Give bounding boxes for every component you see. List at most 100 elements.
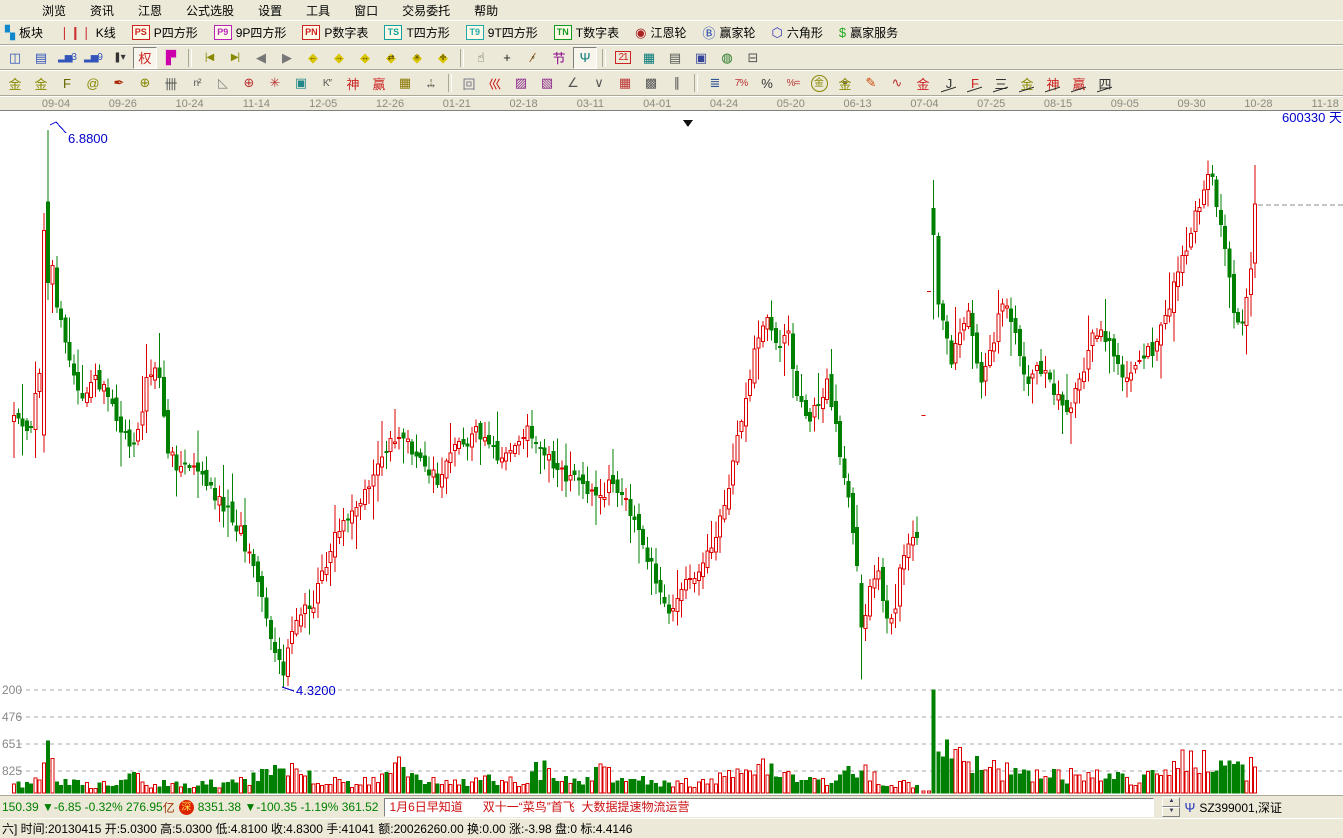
angle-san-icon[interactable]: 三 — [989, 72, 1013, 94]
menu-item-2[interactable]: 资讯 — [78, 0, 126, 20]
toolbar-button-9p-square[interactable]: P99P四方形 — [211, 23, 290, 42]
menu-item-4[interactable]: 公式选股 — [174, 0, 246, 20]
stock-app-window: { "window":{"code_label":"600330 天"}, "m… — [0, 0, 1343, 838]
ticker-spin-control[interactable]: ▲▼ — [1162, 797, 1180, 817]
grid-red-icon[interactable]: ▦ — [613, 72, 637, 94]
news-ticker[interactable]: 1月6日早知道 双十一“菜鸟”首飞 大数据提速物流运营 — [384, 798, 1154, 817]
price-ruler-icon[interactable]: ≣ — [703, 72, 727, 94]
percent-lines-icon[interactable]: %= — [781, 72, 805, 94]
zoom-narrow-icon[interactable]: ◆⇄ — [379, 47, 403, 69]
gold-red-icon[interactable]: 金 — [911, 72, 935, 94]
menu-bar: 浏览资讯江恩公式选股设置工具窗口交易委托帮助 — [0, 0, 1343, 20]
menu-item-5[interactable]: 设置 — [246, 0, 294, 20]
pen-plus-icon[interactable]: ✎ — [859, 72, 883, 94]
spin-up-icon[interactable]: ▲ — [1162, 797, 1180, 807]
pen-icon[interactable]: ✒ — [107, 72, 131, 94]
prev-page-icon[interactable]: ◀ — [249, 47, 273, 69]
menu-item-3[interactable]: 江恩 — [126, 0, 174, 20]
p-square-label: P四方形 — [154, 24, 198, 41]
gold-circle-icon[interactable]: 金 — [807, 72, 831, 94]
toolbar-button-p-square[interactable]: PSP四方形 — [129, 23, 201, 42]
calculator-icon[interactable]: ▦ — [637, 47, 661, 69]
n-square-icon[interactable]: n² — [185, 72, 209, 94]
percent-slash-icon[interactable]: 7% — [729, 72, 753, 94]
angle-f-icon[interactable]: F — [963, 72, 987, 94]
square-web-icon[interactable]: ▣ — [289, 72, 313, 94]
toolbar-button-gann-wheel[interactable]: ◉江恩轮 — [632, 23, 689, 42]
menu-item-7[interactable]: 窗口 — [342, 0, 390, 20]
zoom-wide-icon[interactable]: ◆↔ — [353, 47, 377, 69]
toolbar-button-winner-service[interactable]: $赢家服务 — [836, 23, 901, 42]
print-icon[interactable]: ⊟ — [741, 47, 765, 69]
angle-sail-icon[interactable]: ◺ — [211, 72, 235, 94]
next-page-icon[interactable]: ▶ — [275, 47, 299, 69]
smart-tool-icon[interactable]: Ψ — [573, 47, 597, 69]
k-mark-icon[interactable]: K″ — [315, 72, 339, 94]
star-web-icon[interactable]: ✳ — [263, 72, 287, 94]
zoom-fit-icon[interactable]: ◆✛ — [431, 47, 455, 69]
angle-fan-icon[interactable]: ∠ — [561, 72, 585, 94]
notepad-icon[interactable]: ▤ — [663, 47, 687, 69]
volume-style-icon[interactable]: ▛ — [159, 47, 183, 69]
angle-si-icon[interactable]: 四 — [1093, 72, 1117, 94]
segment-tool-icon[interactable]: 节 — [547, 47, 571, 69]
fibonacci-f-icon[interactable]: F — [55, 72, 79, 94]
gold-lines-icon[interactable]: 金= — [833, 72, 857, 94]
web-update-icon[interactable]: ◍ — [715, 47, 739, 69]
toolbar-button-t-square[interactable]: TST四方形 — [381, 23, 452, 42]
toolbar-button-blocks[interactable]: ▚板块 — [2, 23, 46, 42]
fan-box-1-icon[interactable]: ▨ — [509, 72, 533, 94]
candle-style-icon[interactable]: ❚▾ — [107, 47, 131, 69]
gann-gold-1-icon[interactable]: 金 — [3, 72, 27, 94]
menu-item-9[interactable]: 帮助 — [462, 0, 510, 20]
menu-item-8[interactable]: 交易委托 — [390, 0, 462, 20]
wave-a-icon[interactable]: ∿ — [885, 72, 909, 94]
angle-ying-icon[interactable]: 赢 — [1067, 72, 1091, 94]
hand-tool-icon[interactable]: ☝ — [469, 47, 493, 69]
fan-box-2-icon[interactable]: ▧ — [535, 72, 559, 94]
toolbar-button-winner-wheel[interactable]: Ⓑ赢家轮 — [700, 22, 759, 43]
period-3-icon[interactable]: ▂▅3 — [55, 47, 79, 69]
angle-j-icon[interactable]: J — [937, 72, 961, 94]
ying-tool-icon[interactable]: 赢 — [367, 72, 391, 94]
menu-item-1[interactable]: 浏览 — [30, 0, 78, 20]
circle-cross-icon[interactable]: ⊕ — [237, 72, 261, 94]
trendline-tool-icon[interactable]: ∕∘ — [521, 47, 545, 69]
toolbar-button-t-number-table[interactable]: TNT数字表 — [551, 23, 622, 42]
last-page-icon[interactable]: ▶| — [223, 47, 247, 69]
kline-chart[interactable]: 2004766518256.88004.3200 — [0, 111, 1343, 795]
toolbar-button-p-number-table[interactable]: PNP数字表 — [299, 23, 371, 42]
grid-tool-icon[interactable]: ▦ — [393, 72, 417, 94]
gann-gold-2-icon[interactable]: 金 — [29, 72, 53, 94]
quote-list-icon[interactable]: ▤ — [29, 47, 53, 69]
crosshair-tool-icon[interactable]: + — [495, 47, 519, 69]
zoom-all-icon[interactable]: ◆✳ — [405, 47, 429, 69]
spin-down-icon[interactable]: ▼ — [1162, 807, 1180, 817]
angle-gold-icon[interactable]: 金 — [1015, 72, 1039, 94]
toolbar-button-hexagon[interactable]: ⬡六角形 — [769, 23, 826, 42]
parallel-lines-icon[interactable]: ∥ — [665, 72, 689, 94]
shen-tool-icon[interactable]: 神 — [341, 72, 365, 94]
calendar-icon[interactable]: 21 — [611, 47, 635, 69]
zoom-left-icon[interactable]: ◆← — [301, 47, 325, 69]
zoom-right-icon[interactable]: ◆→ — [327, 47, 351, 69]
kline-canvas[interactable]: 2004766518256.88004.3200 — [0, 111, 1343, 795]
fan-red-icon[interactable]: 巛 — [483, 72, 507, 94]
angle-shen-icon[interactable]: 神 — [1041, 72, 1065, 94]
box-tool-icon[interactable]: 回 — [457, 72, 481, 94]
grid-dark-icon[interactable]: ▩ — [639, 72, 663, 94]
first-page-icon[interactable]: |◀ — [197, 47, 221, 69]
save-icon[interactable]: ▣ — [689, 47, 713, 69]
percent-icon[interactable]: % — [755, 72, 779, 94]
gann-circle-icon[interactable]: ⊕ — [133, 72, 157, 94]
toolbar-button-kline[interactable]: ❘❙❘K线 — [56, 23, 119, 42]
spiral-icon[interactable]: @ — [81, 72, 105, 94]
v-wave-icon[interactable]: ∨ — [587, 72, 611, 94]
chart-window-icon[interactable]: ◫ — [3, 47, 27, 69]
menu-item-6[interactable]: 工具 — [294, 0, 342, 20]
h-range-icon[interactable]: ↔¦ — [419, 72, 443, 94]
toolbar-button-9t-square[interactable]: T99T四方形 — [463, 23, 541, 42]
exright-icon[interactable]: 权 — [133, 47, 157, 69]
period-9-icon[interactable]: ▂▅9 — [81, 47, 105, 69]
ruler-ticks-icon[interactable]: 卌 — [159, 72, 183, 94]
